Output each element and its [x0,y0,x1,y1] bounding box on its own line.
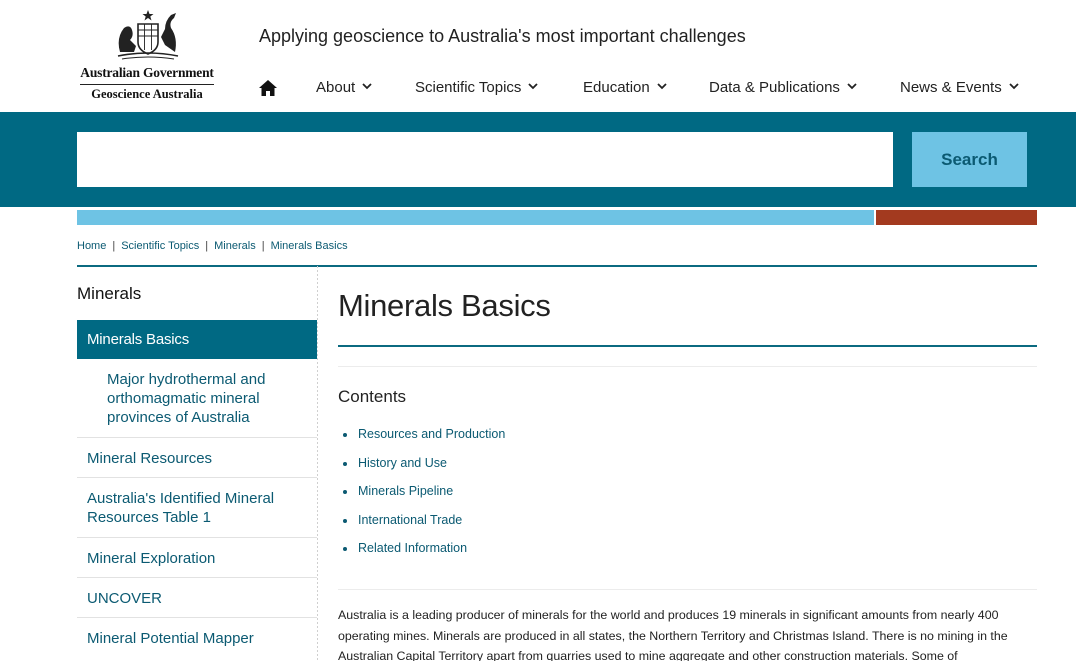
nav-item-label: Education [583,79,650,96]
home-icon[interactable] [258,79,278,97]
search-input[interactable] [77,132,893,187]
sidebar-title: Minerals [77,284,142,303]
page-title: Minerals Basics [338,288,551,323]
main-nav: About Scientific Topics Education Data &… [258,76,1058,102]
toc-minerals-pipeline[interactable]: Minerals Pipeline [338,484,505,513]
sidebar-item-mineral-resources[interactable]: Mineral Resources [77,437,317,477]
toc-resources-and-production[interactable]: Resources and Production [338,427,505,456]
site-logo[interactable]: Australian Government Geoscience Austral… [78,8,216,103]
nav-item-label: About [316,79,356,96]
title-rule [338,345,1037,347]
coat-of-arms-icon [117,10,179,60]
nav-item-label: Scientific Topics [415,79,522,96]
chevron-down-icon [847,83,857,90]
intro-paragraph: Australia is a leading producer of miner… [338,608,1008,661]
logo-government-text: Australian Government [80,65,214,80]
decorative-strip-blue [77,210,874,225]
search-button[interactable]: Search [912,132,1027,187]
breadcrumb-scientific-topics[interactable]: Scientific Topics [121,240,199,252]
breadcrumb-separator: | [205,240,209,252]
search-band: Search [0,112,1076,207]
decorative-strip-rust [876,210,1037,225]
breadcrumb: Home | Scientific Topics | Minerals | Minerals… [77,240,348,252]
sidebar: Minerals Minerals Basics Major hydrother… [77,266,317,661]
site-header: Australian Government Geoscience Austral… [0,0,1076,112]
logo-divider [80,84,214,85]
sidebar-item-mineral-exploration[interactable]: Mineral Exploration [77,537,317,577]
nav-item-label: Data & Publications [709,79,840,96]
breadcrumb-home[interactable]: Home [77,240,106,252]
contents-heading: Contents [338,387,407,406]
section-divider [338,589,1037,590]
site-tagline: Applying geoscience to Australia's most … [259,26,746,46]
nav-item-data-publications[interactable]: Data & Publications [709,79,858,96]
breadcrumb-separator: | [112,240,116,252]
sidebar-divider [317,266,318,661]
chevron-down-icon [1009,83,1019,90]
nav-item-education[interactable]: Education [583,79,668,96]
sidebar-subitem-mineral-provinces[interactable]: Major hydrothermal and orthomagmatic min… [107,370,307,427]
chevron-down-icon [362,83,372,90]
breadcrumb-minerals[interactable]: Minerals [214,240,256,252]
breadcrumb-minerals-basics[interactable]: Minerals Basics [271,240,348,252]
chevron-down-icon [528,83,539,90]
chevron-down-icon [657,83,667,90]
contents-list: Resources and Production History and Use… [338,427,505,570]
sidebar-item-uncover[interactable]: UNCOVER [77,577,317,617]
nav-item-scientific-topics[interactable]: Scientific Topics [415,79,539,96]
nav-item-label: News & Events [900,79,1002,96]
breadcrumb-separator: | [261,240,265,252]
logo-agency-text: Geoscience Australia [91,87,203,101]
sidebar-item-minerals-basics[interactable]: Minerals Basics [77,320,317,359]
section-divider [338,366,1037,367]
toc-international-trade[interactable]: International Trade [338,513,505,542]
toc-related-information[interactable]: Related Information [338,541,505,570]
nav-item-about[interactable]: About [316,79,373,96]
toc-history-and-use[interactable]: History and Use [338,456,505,485]
nav-item-news-events[interactable]: News & Events [900,79,1020,96]
sidebar-item-mineral-potential-mapper[interactable]: Mineral Potential Mapper [77,617,317,661]
sidebar-item-identified-resources-table[interactable]: Australia's Identified Mineral Resources… [77,477,317,537]
